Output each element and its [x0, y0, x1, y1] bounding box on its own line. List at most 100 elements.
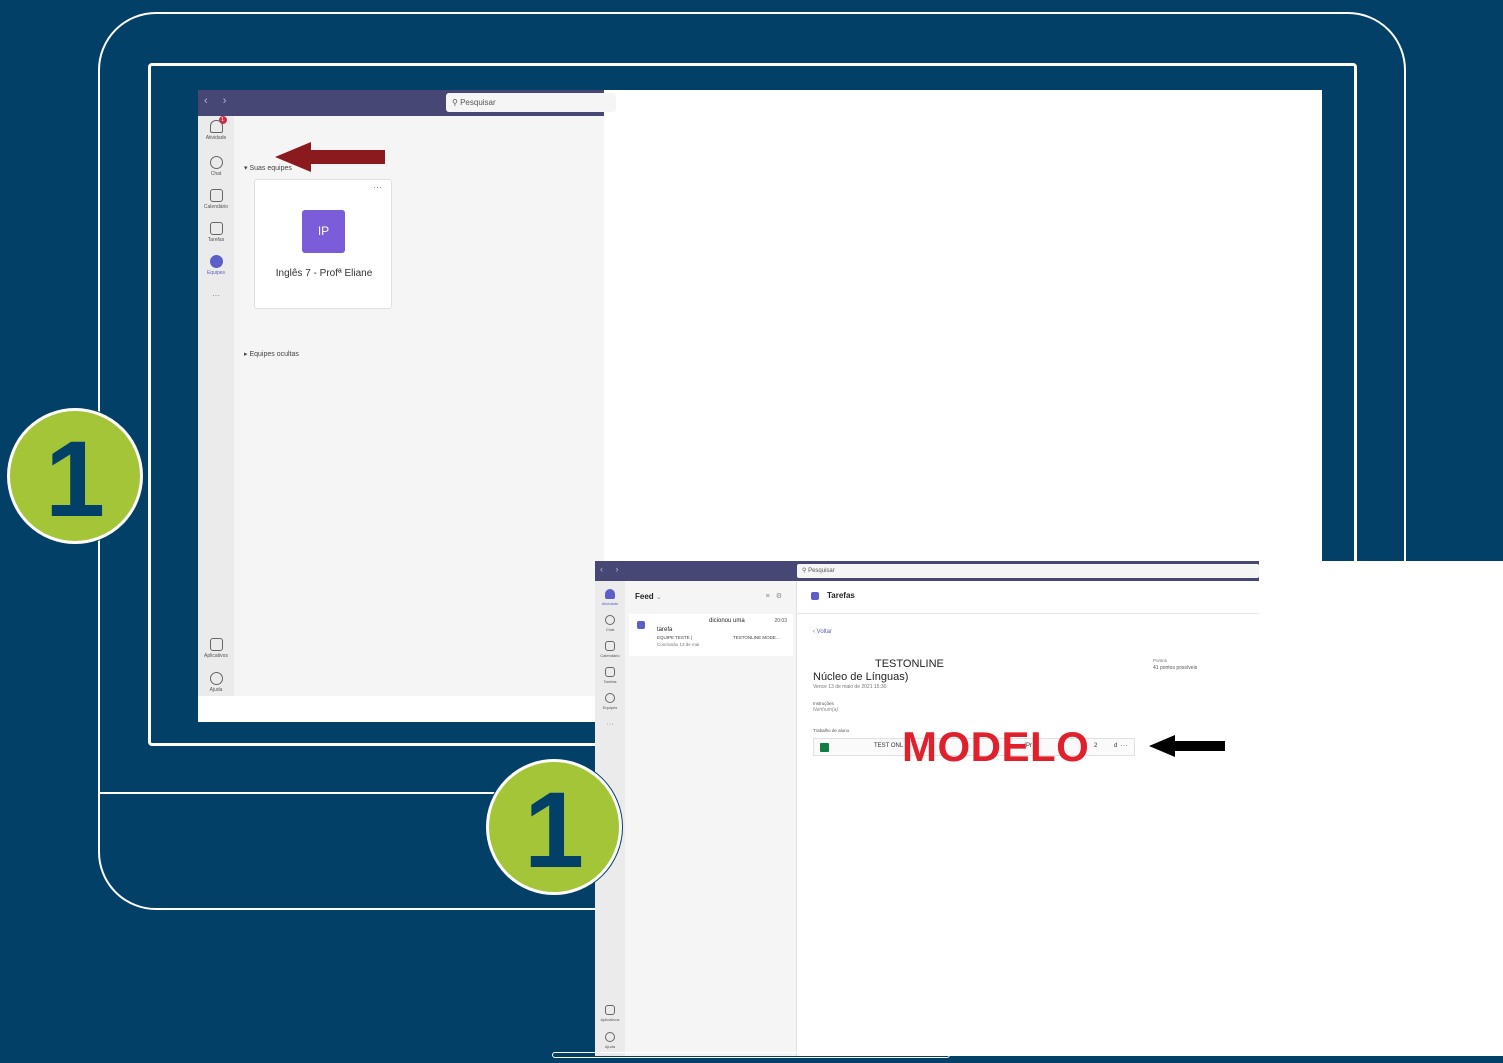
rail-item-equipes[interactable]: Equipes [198, 255, 234, 276]
monitor-stand [552, 1052, 950, 1058]
points-label: Pontos [1153, 658, 1168, 663]
file-name-tail2: 2 [1094, 743, 1098, 749]
file-name-tail3: d [1114, 743, 1118, 749]
rail-item-ajuda[interactable]: Ajuda [198, 672, 234, 693]
rail-item-chat[interactable]: Chat [595, 615, 625, 632]
rail-label: Chat [210, 171, 222, 177]
rail-label: Equipes [602, 705, 618, 710]
rail-item-ajuda[interactable]: Ajuda [595, 1032, 625, 1049]
assignment-due: Vence 13 de maio de 2021 15:30 [813, 684, 887, 690]
feed-filter-dropdown[interactable]: Feed ⌄ [635, 592, 662, 601]
rail-item-atividade[interactable]: 1 Atividade [198, 116, 234, 141]
rail-item-atividade[interactable]: Atividade [595, 589, 625, 606]
teams-screenshot-tarefas: ‹ › ⚲ Pesquisar Atividade Chat Calendári… [595, 561, 1503, 1056]
help-icon [605, 1032, 615, 1042]
filter-icon[interactable]: ≡ [766, 593, 776, 600]
step-badge: 1 [486, 759, 622, 895]
bottom-strip [198, 696, 604, 722]
assignment-title-line2: Núcleo de Línguas) [813, 671, 909, 683]
chat-icon [605, 615, 615, 625]
search-placeholder: Pesquisar [460, 98, 496, 107]
feed-tools: ≡⚙ [766, 592, 788, 600]
rail-label: Equipes [206, 270, 226, 276]
team-avatar: IP [302, 210, 345, 253]
assignments-icon [209, 222, 223, 235]
rail-label: Atividade [205, 135, 227, 141]
bell-icon: 1 [209, 116, 227, 133]
section-suas-equipes[interactable]: ▾ Suas equipes [244, 164, 292, 172]
nav-arrows[interactable]: ‹ › [204, 95, 232, 107]
team-name: Inglês 7 - Profª Eliane [275, 268, 373, 279]
app-rail: 1 Atividade Chat Calendário Tarefas Equi… [198, 116, 234, 696]
rail-label: Aplicativos [204, 653, 228, 659]
rail-label: Atividade [601, 601, 619, 606]
file-more-button[interactable]: ··· [1120, 741, 1128, 750]
rail-item-tarefas[interactable]: Tarefas [595, 667, 625, 684]
feed-item-text: dicionou uma [709, 618, 745, 624]
feed-item[interactable]: dicionou uma 20:03 tarefa EQUIPE TESTE |… [629, 614, 793, 656]
rail-item-calendario[interactable]: Calendário [198, 189, 234, 210]
title-bar: ‹ › ⚲ Pesquisar [595, 561, 1259, 581]
file-name: TEST ONL [874, 743, 903, 749]
calendar-icon [605, 641, 615, 651]
nav-arrows[interactable]: ‹ › [600, 564, 624, 574]
activity-feed: Feed ⌄ ≡⚙ dicionou uma 20:03 tarefa EQUI… [625, 581, 797, 1056]
more-apps-button[interactable]: ··· [198, 291, 234, 300]
tab-title: Tarefas [827, 591, 855, 600]
modelo-overlay-label: MODELO [902, 723, 1090, 770]
points-value: 41 pontos possíveis [1153, 665, 1198, 671]
apps-icon [605, 1005, 615, 1015]
rail-item-calendario[interactable]: Calendário [595, 641, 625, 658]
rail-item-aplicativos[interactable]: Aplicativos [198, 638, 234, 659]
feed-item-time: 20:03 [774, 618, 787, 624]
bell-icon [605, 589, 615, 599]
notification-badge: 1 [218, 116, 227, 124]
gear-icon[interactable]: ⚙ [776, 593, 788, 600]
calendar-icon [209, 189, 223, 202]
teams-panel: ▾ Suas equipes ··· IP Inglês 7 - Profª E… [234, 116, 604, 696]
chevron-down-icon: ⌄ [655, 594, 662, 601]
assignments-icon [811, 592, 819, 600]
rail-item-aplicativos[interactable]: Aplicativos [595, 1005, 625, 1022]
rail-item-chat[interactable]: Chat [198, 156, 234, 177]
rail-label: Tarefas [207, 237, 225, 243]
more-apps-button[interactable]: ··· [595, 721, 625, 728]
instructions-value: Nenhum(a) [813, 707, 839, 713]
search-placeholder: Pesquisar [808, 568, 835, 574]
assignment-title: TESTONLINE [875, 658, 944, 670]
chat-icon [209, 156, 223, 169]
apps-icon [209, 638, 223, 651]
rail-item-equipes[interactable]: Equipes [595, 693, 625, 710]
feed-item-text: tarefa [657, 627, 673, 633]
section-equipes-ocultas[interactable]: ▸ Equipes ocultas [244, 350, 299, 358]
step-badge: 1 [7, 408, 143, 544]
teams-icon [605, 693, 615, 703]
tab-header: Tarefas [797, 581, 1259, 614]
back-label: Voltar [816, 629, 833, 635]
rail-label: Aplicativos [600, 1017, 620, 1022]
title-bar: ‹ › ⚲ Pesquisar [198, 90, 616, 116]
pointer-arrow-icon [1149, 735, 1225, 757]
teams-icon [209, 255, 223, 268]
feed-item-due: Conclusão 13 de mai [657, 642, 700, 647]
assignment-pane: Tarefas ‹ Voltar TESTONLINE Núcleo de Lí… [797, 581, 1259, 1056]
section-label: Equipes ocultas [249, 351, 299, 358]
assignments-icon [605, 667, 615, 677]
rail-label: Ajuda [604, 1044, 616, 1049]
rail-label: Chat [605, 627, 615, 632]
rail-label: Calendário [600, 653, 620, 658]
back-button[interactable]: ‹ Voltar [813, 629, 832, 635]
rail-label: Calendário [203, 204, 229, 210]
instructions-label: Instruções [813, 701, 834, 706]
team-more-button[interactable]: ··· [373, 182, 382, 192]
search-input[interactable]: ⚲ Pesquisar [446, 93, 616, 112]
feed-item-team: EQUIPE TESTE | [657, 635, 693, 640]
student-work-label: Trabalho de aluno [813, 728, 850, 733]
search-input[interactable]: ⚲ Pesquisar [797, 564, 1259, 578]
team-card[interactable]: ··· IP Inglês 7 - Profª Eliane [254, 179, 392, 309]
assignment-icon [637, 621, 645, 629]
forms-file-icon [820, 743, 829, 752]
feed-title: Feed [635, 592, 654, 601]
rail-label: Tarefas [603, 679, 617, 684]
rail-item-tarefas[interactable]: Tarefas [198, 222, 234, 243]
